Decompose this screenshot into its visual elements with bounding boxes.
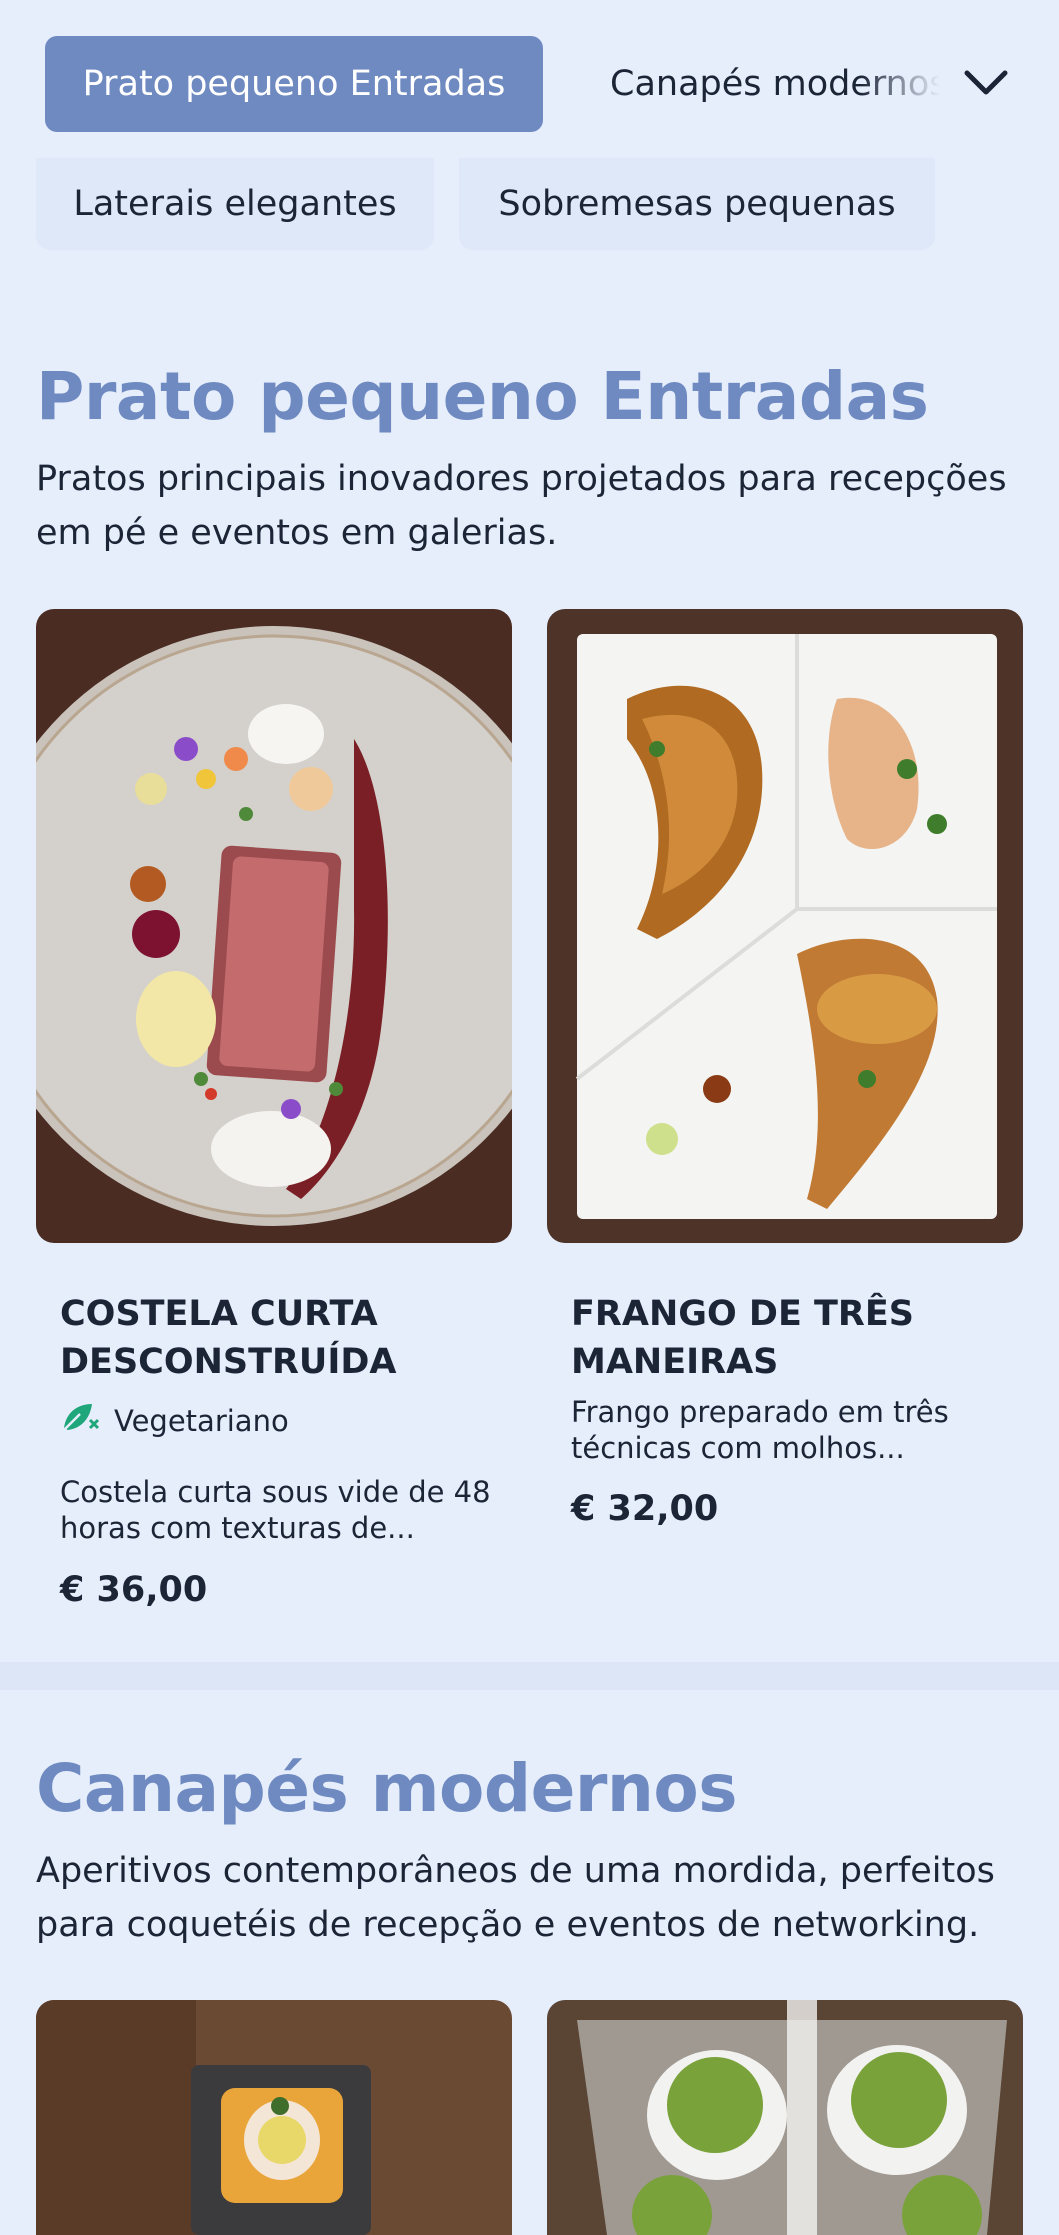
vegetarian-badge: Vegetariano (60, 1400, 289, 1441)
section-title: Canapés modernos (36, 1750, 738, 1827)
category-fade (860, 36, 960, 132)
dish-description: Costela curta sous vide de 48 horas com … (60, 1475, 491, 1545)
chevron-down-icon[interactable] (960, 60, 1012, 106)
dish-name[interactable]: FRANGO DE TRÊS MANEIRAS (571, 1290, 1001, 1386)
badge-label: Vegetariano (114, 1403, 289, 1438)
dish-image-costela[interactable] (36, 609, 512, 1243)
dish-name[interactable]: COSTELA CURTA DESCONSTRUÍDA (60, 1290, 490, 1386)
section-description: Pratos principais inovadores projetados … (36, 459, 1007, 553)
leaf-vegetarian-icon (60, 1400, 100, 1441)
category-nav: Prato pequeno Entradas Canapés modernos (0, 0, 1059, 170)
category-tab-prato-pequeno-entradas[interactable]: Prato pequeno Entradas (45, 36, 543, 132)
dish-price: € 32,00 (571, 1489, 719, 1529)
dish-image-canape-1[interactable] (36, 2000, 512, 2235)
section-description: Aperitivos contemporâneos de uma mordida… (36, 1851, 995, 1945)
dish-image-frango[interactable] (547, 609, 1023, 1243)
section-divider (0, 1662, 1059, 1690)
category-tab-sobremesas-pequenas[interactable]: Sobremesas pequenas (459, 158, 935, 250)
dish-image-canape-2[interactable] (547, 2000, 1023, 2235)
section-title: Prato pequeno Entradas (36, 358, 929, 435)
category-tab-laterais-elegantes[interactable]: Laterais elegantes (36, 158, 434, 250)
dish-description: Frango preparado em três técnicas com mo… (571, 1395, 949, 1465)
dish-price: € 36,00 (60, 1570, 208, 1610)
